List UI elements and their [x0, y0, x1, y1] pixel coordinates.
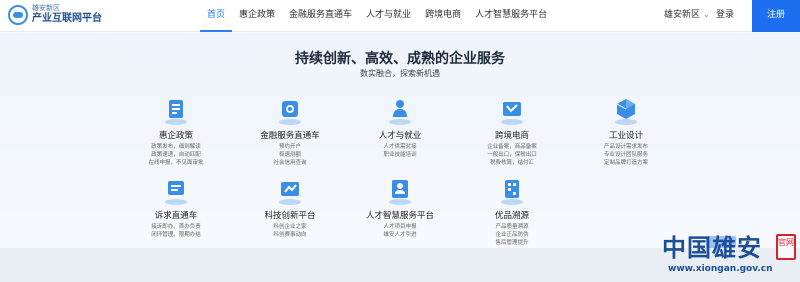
login-link[interactable]: 登录 [716, 0, 734, 32]
chevron-down-icon: ⌄ [703, 10, 710, 19]
service-name: 人才与就业 [378, 131, 422, 141]
nav-item-finance[interactable]: 金融服务直通车 [282, 0, 359, 32]
service-card-innovation[interactable]: 科技创新平台 科创企业之家 科创赛事动向 [230, 176, 350, 239]
logo-mark-icon [8, 4, 28, 25]
service-card-finance[interactable]: 金融服务直通车 预约开户 极速测额 社会信用查询 [230, 96, 350, 167]
service-desc: 产品质量溯源 企业正品防伪 售后管理提升 [495, 224, 529, 246]
hero-title: 持续创新、高效、成熟的企业服务 [295, 51, 505, 67]
service-desc: 预约开户 极速测额 社会信用查询 [273, 144, 307, 166]
finance-icon [275, 96, 305, 126]
service-name: 金融服务直通车 [260, 131, 320, 141]
service-card-appeal[interactable]: 诉求直通车 接诉即办、首办负责 闭环管理、限期办结 [116, 176, 236, 239]
service-desc: 政策发布，细则解读 政策速递，自动匹配 在线申报，不见面审批 [148, 144, 204, 166]
nav-item-ecommerce[interactable]: 跨境电商 [418, 0, 468, 32]
service-desc: 人才供需对接 职业技能培训 [383, 144, 417, 158]
traceability-icon [497, 176, 527, 206]
top-header: 雄安新区 产业互联网平台 首页 惠企政策 金融服务直通车 人才与就业 跨境电商 … [0, 0, 800, 32]
nav-item-talent-platform[interactable]: 人才智慧服务平台 [468, 0, 554, 32]
site-logo[interactable]: 雄安新区 产业互联网平台 [8, 4, 102, 25]
nav-item-home[interactable]: 首页 [200, 0, 233, 32]
region-selector[interactable]: 雄安新区 ⌄ [664, 0, 710, 32]
appeal-icon [161, 176, 191, 206]
service-card-design[interactable]: 工业设计 产品设计需求发布 专业设计团队服务 定制品牌打造方案 [566, 96, 686, 167]
logo-title: 产业互联网平台 [32, 13, 102, 24]
hero-subtitle: 数实融合，探索新机遇 [360, 69, 440, 78]
service-name: 跨境电商 [494, 131, 529, 141]
innovation-icon [275, 176, 305, 206]
talent-platform-icon [385, 176, 415, 206]
ecommerce-icon [497, 96, 527, 126]
service-desc: 企业备案，商品备案 一般出口，保税出口 税费核算，结付汇 [487, 144, 537, 166]
main-nav: 首页 惠企政策 金融服务直通车 人才与就业 跨境电商 人才智慧服务平台 [200, 0, 554, 32]
service-name: 优品溯源 [494, 211, 529, 221]
service-name: 科技创新平台 [264, 211, 316, 221]
service-desc: 产品设计需求发布 专业设计团队服务 定制品牌打造方案 [603, 144, 648, 166]
region-label: 雄安新区 [664, 10, 701, 20]
design-icon [611, 96, 641, 126]
service-name: 诉求直通车 [154, 211, 198, 221]
talent-icon [385, 96, 415, 126]
nav-item-policy[interactable]: 惠企政策 [232, 0, 282, 32]
watermark-url: www.xiongan.gov.cn [668, 264, 773, 274]
watermark-seal: 官网 [776, 234, 796, 260]
register-button[interactable]: 注册 [752, 0, 800, 32]
service-card-talent-platform[interactable]: 人才智慧服务平台 人才项目申报 雄安人才引进 [340, 176, 460, 239]
nav-item-talent[interactable]: 人才与就业 [359, 0, 418, 32]
service-card-talent[interactable]: 人才与就业 人才供需对接 职业技能培训 [340, 96, 460, 159]
service-desc: 接诉即办、首办负责 闭环管理、限期办结 [151, 224, 201, 238]
watermark: 中国雄安 官网 www.xiongan.gov.cn [660, 228, 800, 282]
service-name: 工业设计 [608, 131, 643, 141]
watermark-title: 中国雄安 [662, 233, 762, 262]
service-card-traceability[interactable]: 优品溯源 产品质量溯源 企业正品防伪 售后管理提升 [452, 176, 572, 247]
service-card-ecommerce[interactable]: 跨境电商 企业备案，商品备案 一般出口，保税出口 税费核算，结付汇 [452, 96, 572, 167]
service-desc: 科创企业之家 科创赛事动向 [273, 224, 307, 238]
service-name: 惠企政策 [158, 131, 193, 141]
service-card-policy[interactable]: 惠企政策 政策发布，细则解读 政策速递，自动匹配 在线申报，不见面审批 [116, 96, 236, 167]
logo-subtitle: 雄安新区 [32, 4, 60, 12]
service-name: 人才智慧服务平台 [365, 211, 434, 221]
policy-icon [161, 96, 191, 126]
logo-text: 雄安新区 产业互联网平台 [32, 4, 102, 25]
service-desc: 人才项目申报 雄安人才引进 [383, 224, 417, 238]
